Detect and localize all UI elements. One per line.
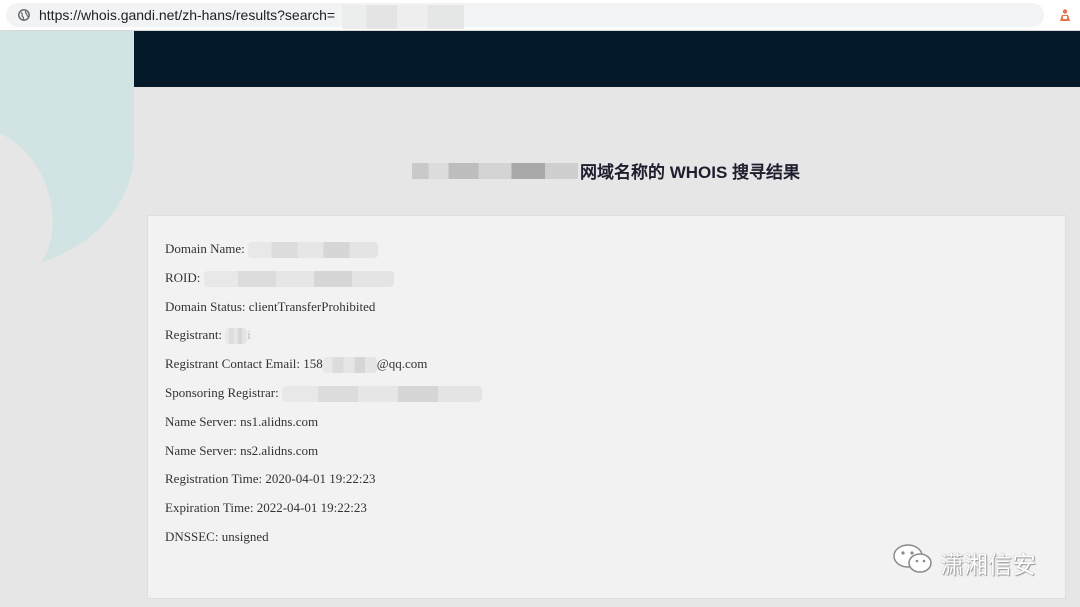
email-suffix: @qq.com xyxy=(376,356,428,372)
extension-icon[interactable] xyxy=(1058,8,1072,22)
browser-address-bar: https://whois.gandi.net/zh-hans/results?… xyxy=(0,0,1080,31)
name-server-1-text: Name Server: ns1.alidns.com xyxy=(165,413,319,429)
whois-sponsoring-registrar: Sponsoring Registrar: xyxy=(165,384,482,413)
redacted-value xyxy=(282,386,482,402)
decorative-arc xyxy=(0,31,134,271)
whois-name-server-2: Name Server: ns2.alidns.com xyxy=(165,442,482,471)
name-server-2-text: Name Server: ns2.alidns.com xyxy=(165,442,319,458)
wechat-icon xyxy=(893,544,932,573)
url-redacted-query xyxy=(342,5,464,29)
domain-status-text: Domain Status: clientTransferProhibited xyxy=(165,298,376,314)
page-title: 网域名称的 WHOIS 搜寻结果 xyxy=(412,158,800,182)
dnssec-text: DNSSEC: unsigned xyxy=(165,528,269,544)
registration-time-text: Registration Time: 2020-04-01 19:22:23 xyxy=(165,471,376,487)
email-label: Registrant Contact Email: xyxy=(165,356,301,372)
page: https://whois.gandi.net/zh-hans/results?… xyxy=(0,0,1080,607)
whois-roid: ROID: xyxy=(165,269,482,298)
site-header xyxy=(0,31,1080,87)
whois-expiration-time: Expiration Time: 2022-04-01 19:22:23 xyxy=(165,499,482,528)
whois-domain-name: Domain Name: xyxy=(165,240,482,269)
redacted-value xyxy=(225,328,248,345)
redacted-value xyxy=(322,357,377,374)
whois-domain-status: Domain Status: clientTransferProhibited xyxy=(165,298,482,327)
redacted-domain xyxy=(412,162,578,179)
redacted-value xyxy=(248,242,379,259)
watermark-text: 潇湘信安 xyxy=(940,551,1036,579)
email-prefix: 158 xyxy=(303,356,323,372)
globe-icon xyxy=(18,9,30,21)
roid-label: ROID: xyxy=(165,269,201,285)
whois-dnssec: DNSSEC: unsigned xyxy=(165,528,482,557)
expiration-time-text: Expiration Time: 2022-04-01 19:22:23 xyxy=(165,500,367,516)
url-field[interactable]: https://whois.gandi.net/zh-hans/results?… xyxy=(6,3,1044,29)
url-text: https://whois.gandi.net/zh-hans/results?… xyxy=(39,7,336,23)
domain-name-label: Domain Name: xyxy=(165,241,245,256)
whois-registration-time: Registration Time: 2020-04-01 19:22:23 xyxy=(165,470,482,499)
page-title-text: 网域名称的 WHOIS 搜寻结果 xyxy=(580,163,801,182)
registrant-suffix: i xyxy=(247,327,251,343)
whois-registrant-email: Registrant Contact Email: 158 @qq.com xyxy=(165,355,482,384)
registrant-label: Registrant: xyxy=(165,327,223,343)
whois-record: Domain Name: ROID: Domain Status: client… xyxy=(165,240,482,557)
registrar-label: Sponsoring Registrar: xyxy=(165,384,279,400)
redacted-value xyxy=(203,270,394,287)
whois-registrant: Registrant: i xyxy=(165,326,482,355)
whois-name-server-1: Name Server: ns1.alidns.com xyxy=(165,413,482,442)
